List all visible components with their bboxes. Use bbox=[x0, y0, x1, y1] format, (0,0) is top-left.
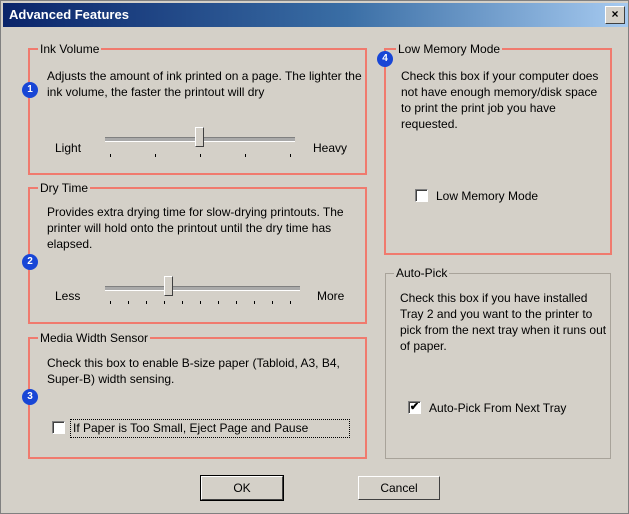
callout-badge-4: 4 bbox=[377, 51, 393, 67]
dry-time-title: Dry Time bbox=[38, 181, 90, 195]
dry-time-tick bbox=[164, 301, 165, 304]
dry-time-slider-track[interactable] bbox=[105, 286, 300, 291]
ink-volume-min-label: Light bbox=[55, 141, 82, 155]
ink-volume-title: Ink Volume bbox=[38, 42, 102, 56]
dry-time-tick bbox=[272, 301, 273, 304]
advanced-features-dialog: Advanced Features × Ink Volume Adjusts t… bbox=[0, 0, 629, 514]
media-width-sensor-description: Check this box to enable B-size paper (T… bbox=[47, 356, 340, 386]
auto-pick-checkbox[interactable]: ✔ bbox=[408, 401, 421, 414]
low-memory-mode-checkbox[interactable] bbox=[415, 189, 428, 202]
dry-time-tick bbox=[146, 301, 147, 304]
title-bar[interactable]: Advanced Features × bbox=[3, 3, 628, 27]
ink-volume-slider-thumb[interactable] bbox=[195, 127, 204, 147]
eject-page-checkbox-label[interactable]: If Paper is Too Small, Eject Page and Pa… bbox=[73, 421, 308, 435]
ink-volume-description: Adjusts the amount of ink printed on a p… bbox=[47, 69, 362, 99]
eject-page-checkbox[interactable] bbox=[52, 421, 65, 434]
auto-pick-title: Auto-Pick bbox=[394, 266, 450, 280]
dry-time-tick bbox=[236, 301, 237, 304]
close-button[interactable]: × bbox=[605, 6, 625, 24]
ok-button[interactable]: OK bbox=[200, 475, 284, 501]
window-title: Advanced Features bbox=[9, 7, 129, 22]
media-width-sensor-group: Media Width Sensor Check this box to ena… bbox=[28, 331, 367, 459]
dry-time-tick bbox=[218, 301, 219, 304]
ink-volume-group: Ink Volume Adjusts the amount of ink pri… bbox=[28, 42, 367, 175]
dry-time-tick bbox=[128, 301, 129, 304]
auto-pick-group: Auto-Pick Check this box if you have ins… bbox=[385, 266, 611, 459]
callout-badge-2: 2 bbox=[22, 254, 38, 270]
cancel-button-label: Cancel bbox=[380, 481, 418, 495]
ink-volume-tick bbox=[290, 154, 291, 157]
dry-time-max-label: More bbox=[317, 289, 345, 303]
dry-time-tick bbox=[182, 301, 183, 304]
dry-time-tick bbox=[200, 301, 201, 304]
low-memory-mode-checkbox-label[interactable]: Low Memory Mode bbox=[436, 189, 538, 203]
dry-time-tick bbox=[254, 301, 255, 304]
ink-volume-tick bbox=[245, 154, 246, 157]
dry-time-slider-thumb[interactable] bbox=[164, 276, 173, 296]
ink-volume-tick bbox=[110, 154, 111, 157]
auto-pick-description: Check this box if you have installed Tra… bbox=[400, 291, 607, 353]
dry-time-tick bbox=[110, 301, 111, 304]
auto-pick-checkbox-label[interactable]: Auto-Pick From Next Tray bbox=[429, 401, 566, 415]
dry-time-group: Dry Time Provides extra drying time for … bbox=[28, 181, 367, 324]
low-memory-mode-description: Check this box if your computer does not… bbox=[401, 69, 599, 131]
media-width-sensor-title: Media Width Sensor bbox=[38, 331, 151, 345]
cancel-button[interactable]: Cancel bbox=[358, 476, 440, 500]
dry-time-tick bbox=[290, 301, 291, 304]
dry-time-min-label: Less bbox=[55, 289, 81, 303]
callout-badge-1: 1 bbox=[22, 82, 38, 98]
ink-volume-tick bbox=[155, 154, 156, 157]
dry-time-description: Provides extra drying time for slow-dryi… bbox=[47, 205, 344, 251]
low-memory-mode-title: Low Memory Mode bbox=[396, 42, 503, 56]
ok-button-label: OK bbox=[233, 481, 251, 495]
ink-volume-tick bbox=[200, 154, 201, 157]
callout-badge-3: 3 bbox=[22, 389, 38, 405]
low-memory-mode-group: Low Memory Mode Check this box if your c… bbox=[384, 42, 612, 255]
ink-volume-max-label: Heavy bbox=[313, 141, 348, 155]
